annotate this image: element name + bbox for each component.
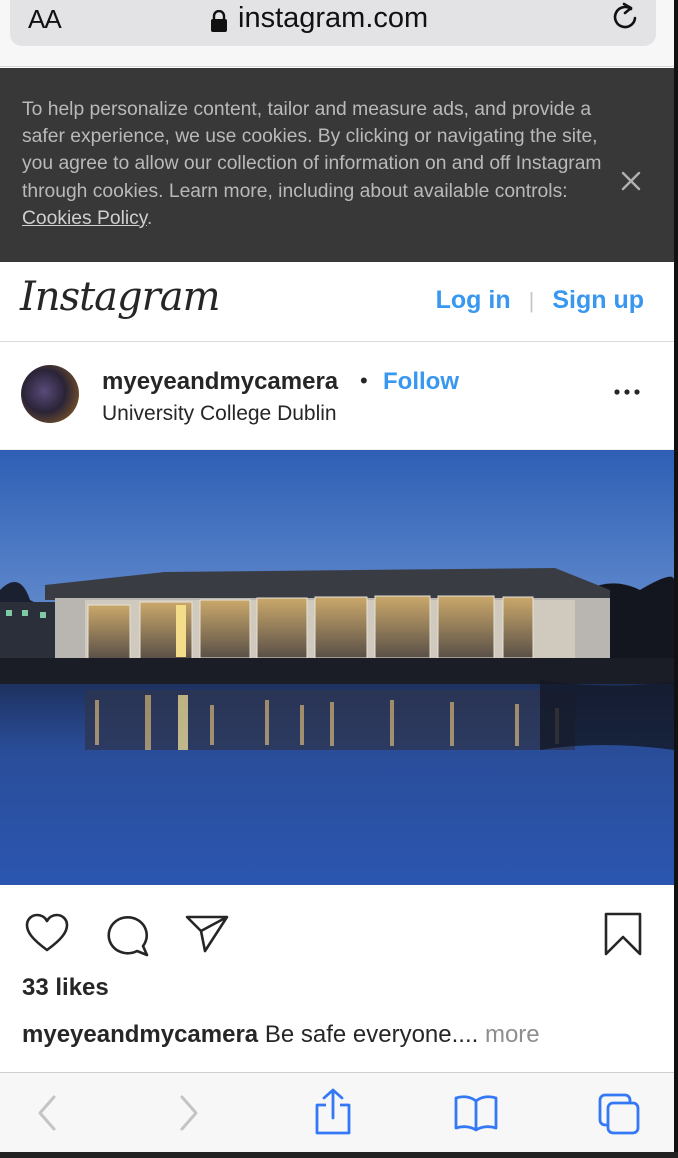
- cookie-suffix: .: [147, 207, 153, 229]
- auth-separator: |: [528, 287, 535, 313]
- reload-icon[interactable]: [608, 0, 642, 34]
- lock-icon: [211, 9, 227, 32]
- text-size-label: AA: [28, 4, 62, 34]
- auth-links: Log in | Sign up: [436, 286, 644, 315]
- url-text: instagram.com: [238, 2, 429, 34]
- forward-icon[interactable]: [176, 1091, 202, 1135]
- avatar[interactable]: [21, 365, 79, 423]
- close-icon[interactable]: [616, 166, 646, 196]
- caption-username[interactable]: myeyeandmycamera: [22, 1021, 258, 1048]
- post-username[interactable]: myeyeandmycamera: [102, 368, 338, 396]
- comment-icon[interactable]: [104, 913, 150, 957]
- post-photo-image: [0, 450, 674, 885]
- follow-button[interactable]: Follow: [383, 368, 459, 396]
- post-photo[interactable]: [0, 450, 674, 885]
- heart-icon[interactable]: [24, 913, 70, 953]
- cookie-banner: To help personalize content, tailor and …: [0, 68, 678, 262]
- cookies-policy-link[interactable]: Cookies Policy: [22, 208, 147, 229]
- more-options-icon[interactable]: [612, 380, 642, 404]
- likes-count[interactable]: 33 likes: [22, 974, 109, 1002]
- post-actions: [0, 885, 678, 985]
- caption-text: Be safe everyone....: [258, 1021, 485, 1048]
- text-size-button[interactable]: AA: [28, 4, 62, 35]
- share-icon[interactable]: [184, 913, 230, 953]
- share-sheet-icon[interactable]: [312, 1087, 354, 1137]
- tabs-icon[interactable]: [596, 1091, 644, 1137]
- browser-address-area: AA instagram.com: [0, 0, 678, 67]
- cookie-message: To help personalize content, tailor and …: [22, 99, 602, 202]
- post-header: myeyeandmycamera • Follow University Col…: [0, 342, 678, 450]
- browser-toolbar: [0, 1072, 678, 1158]
- signup-link[interactable]: Sign up: [552, 286, 644, 315]
- caption-more-link[interactable]: more: [485, 1021, 540, 1048]
- device-frame-bottom: [0, 1152, 678, 1158]
- url-display[interactable]: instagram.com: [210, 2, 428, 35]
- back-icon[interactable]: [34, 1091, 60, 1135]
- post-location[interactable]: University College Dublin: [102, 402, 337, 426]
- bookmarks-icon[interactable]: [452, 1093, 500, 1133]
- instagram-logo[interactable]: Instagram: [20, 274, 221, 320]
- instagram-header: Instagram Log in | Sign up: [0, 262, 678, 342]
- cookie-text: To help personalize content, tailor and …: [22, 96, 632, 232]
- bookmark-icon[interactable]: [602, 911, 644, 957]
- login-link[interactable]: Log in: [436, 286, 511, 315]
- post-caption: myeyeandmycamera Be safe everyone.... mo…: [22, 1021, 540, 1049]
- separator-dot: •: [360, 368, 368, 393]
- device-frame-edge: [674, 0, 678, 1158]
